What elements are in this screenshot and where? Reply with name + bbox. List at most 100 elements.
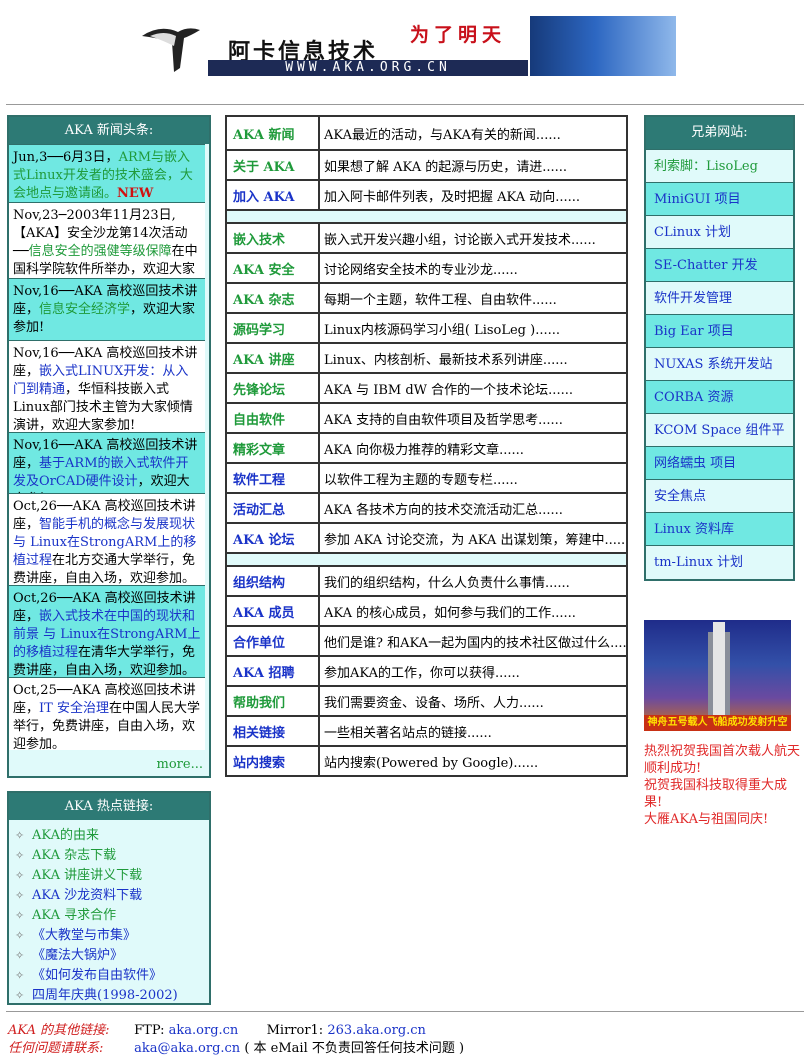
- section-link[interactable]: 加入 AKA: [227, 181, 320, 209]
- site-banner: 阿卡信息技术 WWW.AKA.ORG.CN 为了明天: [140, 16, 676, 76]
- news-link[interactable]: 信息安全经济学: [39, 302, 130, 317]
- site-url: WWW.AKA.ORG.CN: [208, 60, 528, 76]
- congrats-line: 热烈祝贺我国首次载人航天顺利成功!: [644, 744, 801, 776]
- section-link[interactable]: 嵌入技术: [227, 224, 320, 252]
- news-item: Jun,3──6月3日，ARM与嵌入式Linux开发者的技术盛会，大会地点与邀请…: [9, 144, 205, 202]
- star-bullet-icon: ✧: [15, 949, 25, 962]
- section-link[interactable]: 站内搜索: [227, 747, 320, 775]
- hot-link[interactable]: AKA 讲座讲义下载: [32, 868, 142, 883]
- table-row: AKA 新闻 AKA最近的活动，与AKA有关的新闻......: [227, 117, 626, 149]
- site-link[interactable]: Big Ear 项目: [646, 314, 793, 347]
- hot-link[interactable]: 《如何发布自由软件》: [32, 968, 162, 983]
- news-more-link[interactable]: more...: [157, 757, 203, 772]
- star-bullet-icon: ✧: [15, 929, 25, 942]
- hot-item: ✧ 《如何发布自由软件》: [15, 966, 209, 986]
- hot-item: ✧ 《大教堂与市集》: [15, 926, 209, 946]
- section-link[interactable]: 相关链接: [227, 717, 320, 745]
- star-bullet-icon: ✧: [15, 989, 25, 1002]
- site-link[interactable]: CORBA 资源: [646, 380, 793, 413]
- site-link[interactable]: NUXAS 系统开发站: [646, 347, 793, 380]
- hot-item: ✧ AKA的由来: [15, 826, 209, 846]
- ftp-link[interactable]: aka.org.cn: [169, 1023, 239, 1038]
- hot-link[interactable]: AKA的由来: [32, 828, 99, 843]
- section-link[interactable]: 软件工程: [227, 464, 320, 492]
- section-link[interactable]: 活动汇总: [227, 494, 320, 522]
- section-link[interactable]: 自由软件: [227, 404, 320, 432]
- site-link[interactable]: Linux 资料库: [646, 512, 793, 545]
- table-row: 关于 AKA 如果想了解 AKA 的起源与历史，请进......: [227, 149, 626, 179]
- site-link[interactable]: 利索脚：LisoLeg: [646, 149, 793, 182]
- section-link[interactable]: 组织结构: [227, 567, 320, 595]
- star-bullet-icon: ✧: [15, 849, 25, 862]
- hot-link[interactable]: AKA 沙龙资料下载: [32, 888, 142, 903]
- hot-item: ✧ AKA 沙龙资料下载: [15, 886, 209, 906]
- section-desc: Linux内核源码学习小组( LisoLeg )......: [324, 322, 561, 338]
- new-badge: NEW: [117, 186, 154, 201]
- email-link[interactable]: aka@aka.org.cn: [134, 1041, 240, 1056]
- site-link[interactable]: KCOM Space 组件平台: [646, 413, 793, 471]
- section-link[interactable]: AKA 成员: [227, 597, 320, 625]
- table-row: AKA 安全 讨论网络安全技术的专业沙龙......: [227, 252, 626, 282]
- site-link[interactable]: CLinux 计划: [646, 215, 793, 248]
- site-link[interactable]: SE-Chatter 开发: [646, 248, 793, 281]
- star-bullet-icon: ✧: [15, 969, 25, 982]
- section-desc: AKA 支持的自由软件项目及哲学思考......: [324, 412, 563, 428]
- site-link[interactable]: 软件开发管理: [646, 281, 793, 314]
- news-item: Oct,26──AKA 高校巡回技术讲座，嵌入式技术在中国的现状和前景 与 Li…: [9, 585, 205, 678]
- contact-label: 任何问题请联系:: [8, 1041, 104, 1056]
- hot-link[interactable]: 《魔法大锅炉》: [32, 948, 123, 963]
- section-desc: 他们是谁? 和AKA一起为国内的技术社区做过什么......: [324, 635, 626, 651]
- hot-link[interactable]: 《大教堂与市集》: [32, 928, 136, 943]
- news-link[interactable]: 信息安全的强健等级保障: [29, 244, 172, 259]
- hot-list: ✧ AKA的由来 ✧ AKA 杂志下载 ✧ AKA 讲座讲义下载 ✧ AKA 沙龙资料下…: [9, 826, 209, 1006]
- table-row: 站内搜索 站内搜索(Powered by Google)......: [227, 745, 626, 775]
- site-link[interactable]: 网络蠕虫 项目: [646, 446, 793, 479]
- star-bullet-icon: ✧: [15, 909, 25, 922]
- section-link[interactable]: AKA 招聘: [227, 657, 320, 685]
- section-link[interactable]: 源码学习: [227, 314, 320, 342]
- hot-link[interactable]: 四周年庆典(1998-2002): [32, 988, 178, 1003]
- section-desc: 我们的组织结构，什么人负责什么事情......: [324, 575, 570, 591]
- table-row: 先锋论坛 AKA 与 IBM dW 合作的一个技术论坛......: [227, 372, 626, 402]
- section-desc: AKA 向你极力推荐的精彩文章......: [324, 442, 524, 458]
- table-row: AKA 成员 AKA 的核心成员，如何参与我们的工作......: [227, 595, 626, 625]
- section-desc: Linux、内核剖析、最新技术系列讲座......: [324, 352, 568, 368]
- news-link[interactable]: IT 安全治理: [39, 701, 109, 716]
- table-row: AKA 招聘 参加AKA的工作，你可以获得......: [227, 655, 626, 685]
- section-link[interactable]: 精彩文章: [227, 434, 320, 462]
- news-heading: AKA 新闻头条:: [9, 117, 209, 144]
- section-link[interactable]: AKA 讲座: [227, 344, 320, 372]
- table-row: AKA 杂志 每期一个主题，软件工程、自由软件......: [227, 282, 626, 312]
- news-item: Oct,26──AKA 高校巡回技术讲座，智能手机的概念与发展现状 与 Linu…: [9, 493, 205, 586]
- site-link[interactable]: tm-Linux 计划: [646, 545, 793, 578]
- section-link[interactable]: AKA 论坛: [227, 524, 320, 552]
- hot-link[interactable]: AKA 杂志下载: [32, 848, 116, 863]
- hot-item: ✧ 《魔法大锅炉》: [15, 946, 209, 966]
- table-row: 源码学习 Linux内核源码学习小组( LisoLeg )......: [227, 312, 626, 342]
- section-desc: 嵌入式开发兴趣小组，讨论嵌入式开发技术......: [324, 232, 596, 248]
- divider: [6, 1011, 804, 1012]
- section-link[interactable]: AKA 杂志: [227, 284, 320, 312]
- section-desc: 参加AKA的工作，你可以获得......: [324, 665, 520, 681]
- mirror-link[interactable]: 263.aka.org.cn: [327, 1023, 426, 1038]
- hot-heading: AKA 热点链接:: [9, 793, 209, 820]
- table-row: 软件工程 以软件工程为主题的专题专栏......: [227, 462, 626, 492]
- section-link[interactable]: AKA 安全: [227, 254, 320, 282]
- table-row: 嵌入技术 嵌入式开发兴趣小组，讨论嵌入式开发技术......: [227, 222, 626, 252]
- email-note: ( 本 eMail 不负责回答任何技术问题 ): [244, 1041, 465, 1056]
- section-link[interactable]: 帮助我们: [227, 687, 320, 715]
- section-desc: AKA 与 IBM dW 合作的一个技术论坛......: [324, 382, 573, 398]
- hot-item: ✧ 四周年庆典(1998-2002): [15, 986, 209, 1006]
- section-link[interactable]: AKA 新闻: [227, 117, 320, 149]
- site-link[interactable]: 安全焦点: [646, 479, 793, 512]
- sites-heading: 兄弟网站:: [646, 117, 793, 149]
- hot-link[interactable]: AKA 寻求合作: [32, 908, 116, 923]
- site-link[interactable]: MiniGUI 项目: [646, 182, 793, 215]
- section-link[interactable]: 合作单位: [227, 627, 320, 655]
- table-row: AKA 论坛 参加 AKA 讨论交流，为 AKA 出谋划策，筹建中......: [227, 522, 626, 552]
- section-link[interactable]: 关于 AKA: [227, 151, 320, 179]
- rocket-launch-image[interactable]: 神舟五号载人飞船成功发射升空: [644, 620, 791, 731]
- table-row: 加入 AKA 加入阿卡邮件列表，及时把握 AKA 动向......: [227, 179, 626, 209]
- congrats-text: 热烈祝贺我国首次载人航天顺利成功! 祝贺我国科技取得重大成果! 大雁AKA与祖国…: [644, 743, 804, 828]
- section-link[interactable]: 先锋论坛: [227, 374, 320, 402]
